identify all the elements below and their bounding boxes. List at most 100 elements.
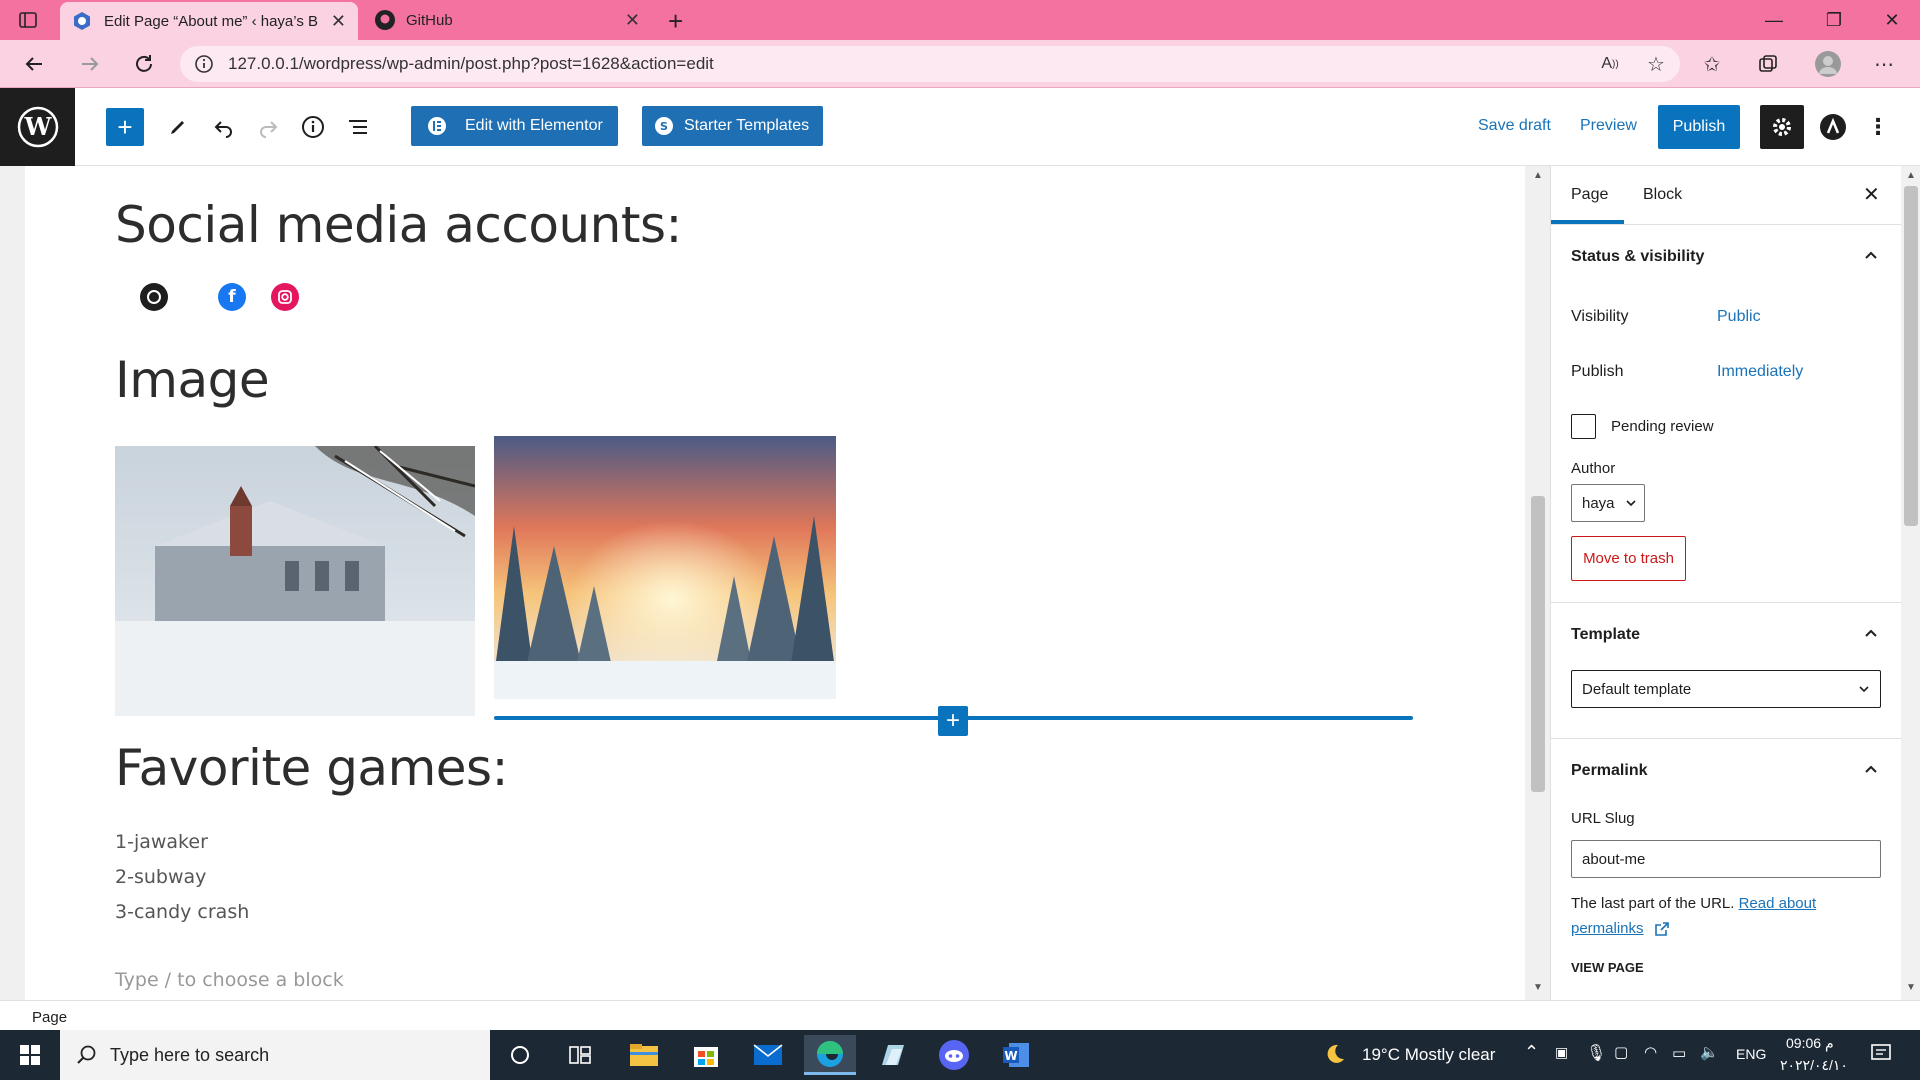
status-visibility-title[interactable]: Status & visibility: [1571, 248, 1704, 266]
breadcrumb-page[interactable]: Page: [32, 1009, 67, 1026]
windows-start-icon[interactable]: [4, 1035, 56, 1075]
minimize-icon[interactable]: —: [1746, 0, 1802, 40]
tab-github[interactable]: GitHub ✕: [362, 0, 652, 40]
undo-icon[interactable]: [206, 109, 242, 145]
clock-date[interactable]: ٢٠٢٢/٠٤/١٠: [1780, 1057, 1848, 1074]
add-favorite-icon[interactable]: ☆: [1640, 48, 1672, 80]
scroll-down-arrow-icon[interactable]: ▼: [1906, 982, 1916, 993]
tray-chevron-up-icon[interactable]: ⌃: [1524, 1042, 1539, 1063]
pending-review-checkbox[interactable]: [1571, 414, 1596, 439]
scrollbar-thumb[interactable]: [1531, 496, 1545, 792]
microsoft-store-icon[interactable]: [680, 1035, 732, 1075]
word-icon[interactable]: W: [990, 1035, 1042, 1075]
move-to-trash-button[interactable]: Move to trash: [1571, 536, 1686, 581]
edge-browser-icon[interactable]: [804, 1035, 856, 1075]
language-indicator[interactable]: ENG: [1736, 1046, 1766, 1062]
chevron-up-icon[interactable]: [1861, 624, 1881, 644]
heading-favorite-games[interactable]: Favorite games:: [115, 739, 508, 797]
mail-icon[interactable]: [742, 1035, 794, 1075]
profile-avatar-icon[interactable]: [1812, 48, 1844, 80]
winter-sunset-forest-image[interactable]: [494, 436, 836, 699]
redo-icon[interactable]: [250, 109, 286, 145]
url-slug-input[interactable]: [1571, 840, 1881, 878]
forward-icon[interactable]: [74, 48, 106, 80]
list-view-icon[interactable]: [340, 109, 376, 145]
new-tab-icon[interactable]: +: [668, 6, 683, 37]
file-explorer-icon[interactable]: [618, 1035, 670, 1075]
author-select[interactable]: haya: [1571, 484, 1645, 522]
discord-icon[interactable]: [928, 1035, 980, 1075]
close-tab-icon[interactable]: ✕: [331, 11, 346, 32]
add-block-button[interactable]: +: [106, 108, 144, 146]
list-item[interactable]: 1-jawaker: [115, 831, 208, 853]
github-social-icon[interactable]: [140, 283, 168, 311]
close-window-icon[interactable]: ✕: [1864, 0, 1920, 40]
preview-button[interactable]: Preview: [1580, 117, 1637, 135]
battery-icon[interactable]: ▭: [1672, 1044, 1686, 1062]
microphone-icon[interactable]: 🎙: [1586, 1043, 1606, 1063]
read-about-link[interactable]: Read about: [1739, 895, 1817, 912]
weather-text[interactable]: 19°C Mostly clear: [1362, 1045, 1495, 1065]
list-item[interactable]: 2-subway: [115, 866, 206, 888]
sidebar-scrollbar[interactable]: ▲ ▼: [1901, 166, 1920, 1000]
chevron-up-icon[interactable]: [1861, 246, 1881, 266]
options-kebab-icon[interactable]: ⋮: [1860, 109, 1896, 145]
list-item[interactable]: 3-candy crash: [115, 901, 249, 923]
facebook-social-icon[interactable]: f: [218, 283, 246, 311]
winter-campus-image[interactable]: [115, 446, 475, 716]
more-options-icon[interactable]: ⋯: [1868, 48, 1900, 80]
scrollbar-thumb[interactable]: [1904, 186, 1918, 526]
template-title[interactable]: Template: [1571, 626, 1640, 644]
wordpress-logo-icon[interactable]: W: [0, 88, 75, 166]
details-info-icon[interactable]: [295, 109, 331, 145]
permalink-title[interactable]: Permalink: [1571, 762, 1647, 780]
display-icon[interactable]: ▢: [1614, 1043, 1628, 1061]
refresh-icon[interactable]: [128, 48, 160, 80]
volume-icon[interactable]: 🔈: [1700, 1043, 1719, 1061]
back-icon[interactable]: [18, 48, 50, 80]
read-aloud-icon[interactable]: A)): [1594, 48, 1626, 80]
taskbar-search-input[interactable]: Type here to search: [60, 1030, 490, 1080]
wifi-icon[interactable]: ◠: [1644, 1043, 1657, 1061]
heading-social-media[interactable]: Social media accounts:: [115, 196, 682, 254]
visibility-toggle[interactable]: Public: [1717, 308, 1761, 326]
scroll-up-arrow-icon[interactable]: ▲: [1906, 170, 1916, 181]
tab-edit-page[interactable]: Edit Page “About me” ‹ haya’s Bl ✕: [60, 2, 358, 40]
tab-actions-icon[interactable]: [18, 10, 38, 30]
files-app-icon[interactable]: [866, 1035, 918, 1075]
clock-time[interactable]: 09:06 م: [1786, 1035, 1834, 1052]
block-placeholder[interactable]: Type / to choose a block: [115, 969, 344, 991]
edit-tools-icon[interactable]: [160, 109, 196, 145]
starter-templates-button[interactable]: S Starter Templates: [642, 106, 823, 146]
settings-gear-icon[interactable]: [1760, 105, 1804, 149]
insert-block-icon[interactable]: +: [938, 706, 968, 736]
astra-icon[interactable]: [1815, 109, 1851, 145]
edit-with-elementor-button[interactable]: Edit with Elementor: [411, 106, 618, 146]
save-draft-button[interactable]: Save draft: [1478, 117, 1551, 135]
collections-icon[interactable]: [1752, 48, 1784, 80]
permalinks-link[interactable]: permalinks: [1571, 920, 1644, 937]
editor-canvas[interactable]: Social media accounts: f Image + Favorit…: [25, 166, 1525, 1000]
heading-image[interactable]: Image: [115, 351, 270, 409]
weather-moon-icon[interactable]: [1322, 1042, 1346, 1066]
close-tab-icon[interactable]: ✕: [625, 10, 640, 31]
site-info-icon[interactable]: [194, 54, 214, 74]
tab-block[interactable]: Block: [1643, 186, 1682, 204]
template-select[interactable]: Default template: [1571, 670, 1881, 708]
restore-icon[interactable]: ❐: [1806, 0, 1862, 40]
favorites-icon[interactable]: ✩: [1696, 48, 1728, 80]
cortana-icon[interactable]: [494, 1035, 546, 1075]
tray-device-icon[interactable]: ▣: [1555, 1044, 1568, 1061]
editor-scrollbar[interactable]: ▲ ▼: [1528, 166, 1548, 1000]
tab-page[interactable]: Page: [1571, 186, 1608, 204]
url-field[interactable]: 127.0.0.1/wordpress/wp-admin/post.php?po…: [180, 46, 1680, 82]
task-view-icon[interactable]: [554, 1035, 606, 1075]
notifications-icon[interactable]: [1870, 1042, 1892, 1064]
instagram-social-icon[interactable]: [271, 283, 299, 311]
close-sidebar-icon[interactable]: ✕: [1863, 182, 1880, 207]
publish-date-toggle[interactable]: Immediately: [1717, 363, 1803, 381]
scroll-down-arrow-icon[interactable]: ▼: [1533, 982, 1543, 993]
chevron-up-icon[interactable]: [1861, 760, 1881, 780]
publish-button[interactable]: Publish: [1658, 105, 1740, 149]
scroll-up-arrow-icon[interactable]: ▲: [1533, 170, 1543, 181]
